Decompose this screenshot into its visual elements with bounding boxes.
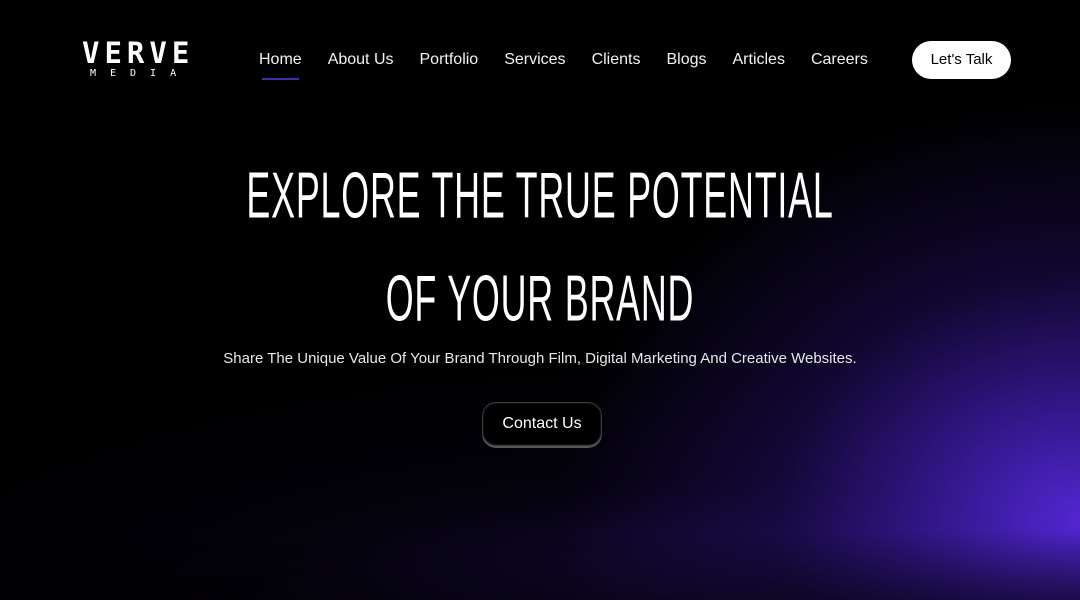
hero-subtitle: Share The Unique Value Of Your Brand Thr… [223, 350, 857, 367]
bottom-fade [0, 530, 1080, 600]
nav-item-careers[interactable]: Careers [811, 48, 868, 72]
hero-title-line-2: OF YOUR BRAND [385, 261, 695, 335]
nav-item-blogs[interactable]: Blogs [666, 48, 706, 72]
brand-logo[interactable]: VERVE MEDIA [82, 36, 195, 80]
nav-item-clients[interactable]: Clients [592, 48, 641, 72]
contact-us-button[interactable]: Contact Us [482, 402, 602, 446]
nav-item-home[interactable]: Home [259, 48, 302, 80]
nav-item-articles[interactable]: Articles [733, 48, 785, 72]
main-nav: Home About Us Portfolio Services Clients… [259, 48, 894, 80]
logo-wordmark: VERVE [82, 36, 195, 70]
lets-talk-button[interactable]: Let's Talk [912, 41, 1011, 79]
hero-title-line-1: EXPLORE THE TRUE POTENTIAL [246, 158, 834, 232]
nav-item-about-us[interactable]: About Us [328, 48, 394, 72]
nav-item-portfolio[interactable]: Portfolio [420, 48, 479, 72]
nav-item-services[interactable]: Services [504, 48, 565, 72]
